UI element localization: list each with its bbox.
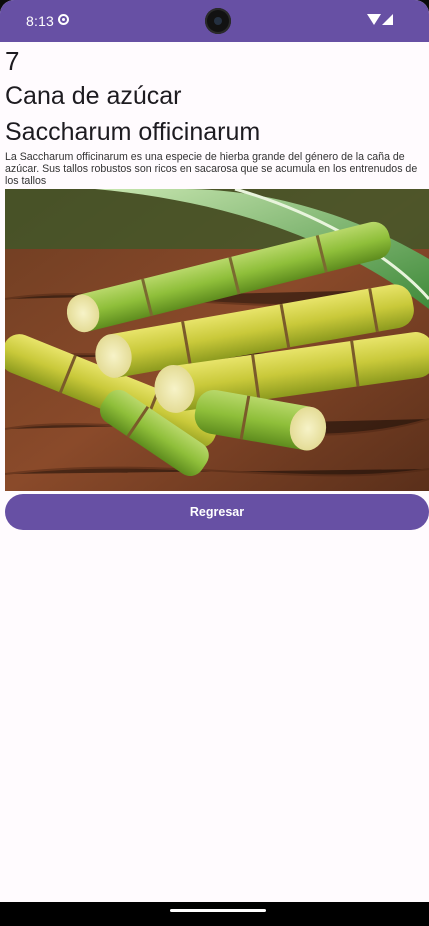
navigation-bar [0, 902, 429, 926]
cell-signal-icon [382, 14, 393, 25]
plant-photo [5, 189, 429, 491]
plant-number: 7 [5, 46, 20, 76]
status-time: 8:13 [26, 13, 55, 29]
plant-common-name: Cana de azúcar [5, 82, 182, 110]
app-screen: 8:13 7 Cana de azúcar Saccharum officina… [0, 0, 429, 902]
back-button[interactable]: Regresar [5, 494, 429, 530]
wifi-icon [367, 14, 381, 25]
front-camera [205, 8, 231, 34]
gear-icon [58, 14, 69, 25]
home-gesture-handle[interactable] [170, 909, 266, 912]
status-bar: 8:13 [0, 0, 429, 42]
plant-scientific-name: Saccharum officinarum [5, 118, 261, 146]
plant-description: La Saccharum officinarum es una especie … [5, 151, 418, 187]
phone-frame: 8:13 7 Cana de azúcar Saccharum officina… [0, 0, 429, 926]
